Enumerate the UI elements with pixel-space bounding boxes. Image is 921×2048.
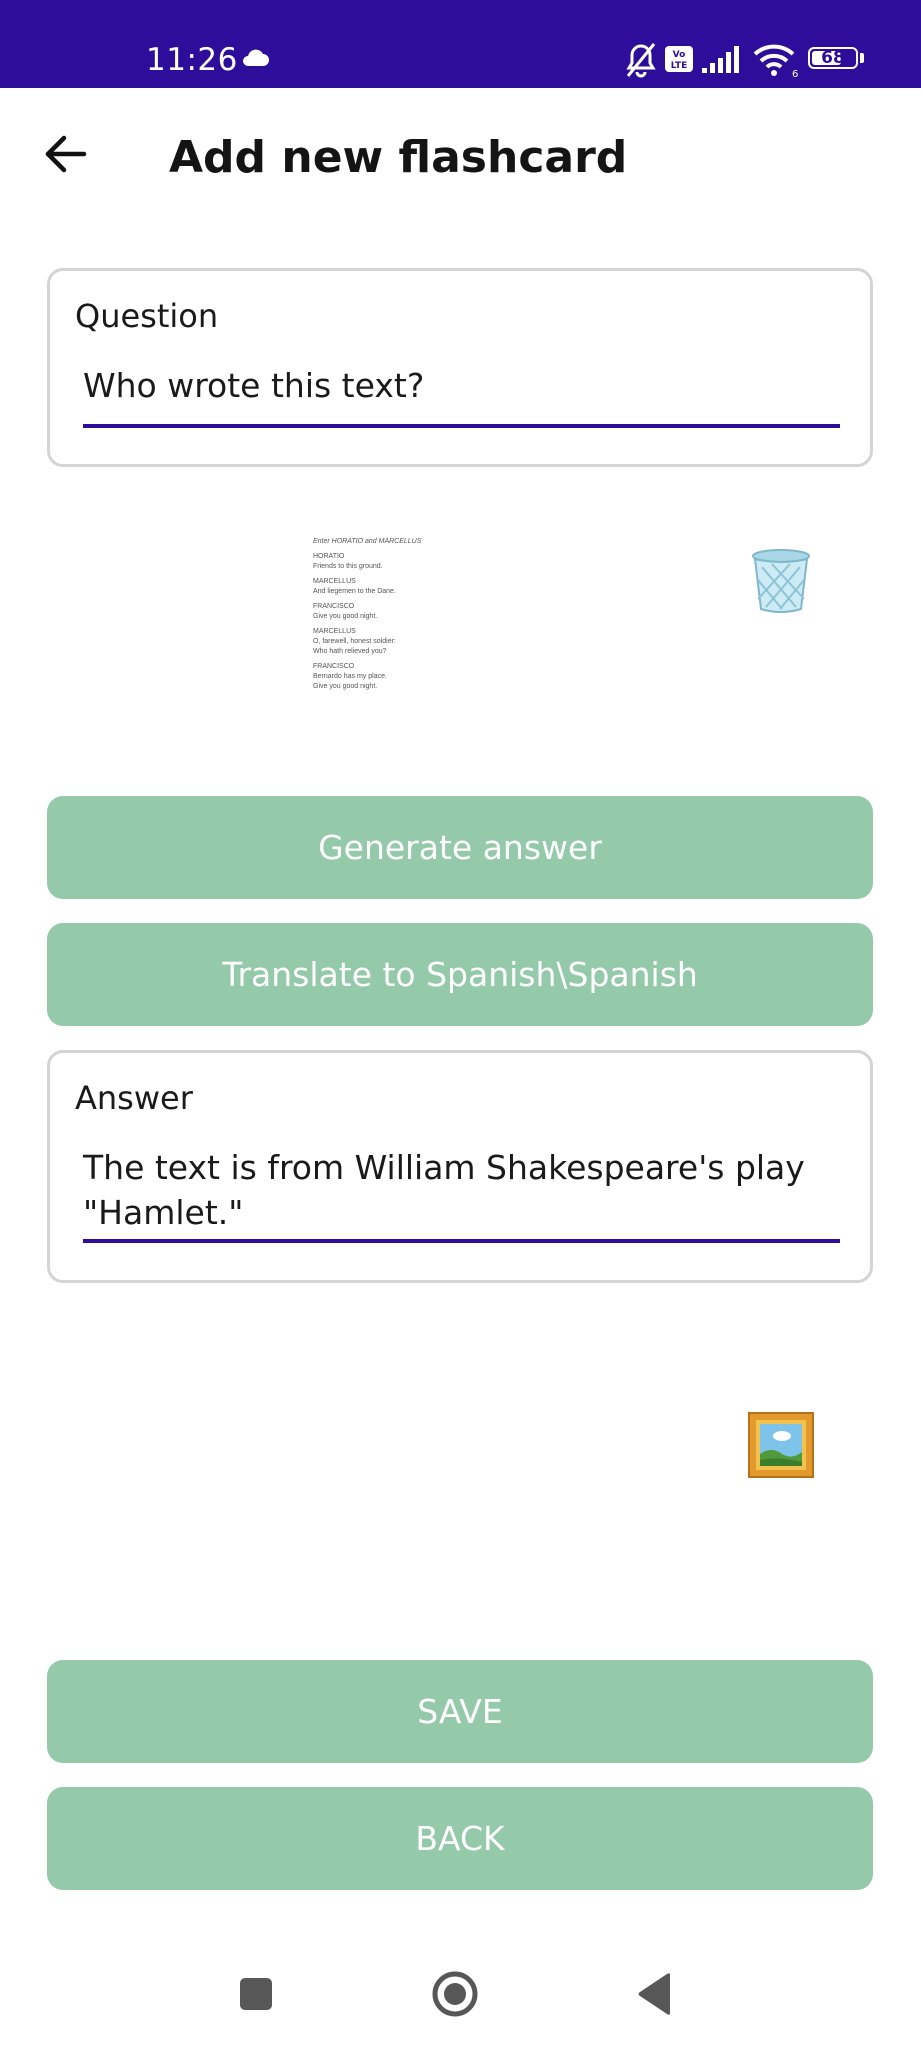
script-line: And liegemen to the Dane. [313,588,396,595]
back-button[interactable]: BACK [47,1787,873,1890]
translate-button[interactable]: Translate to Spanish\Spanish [47,923,873,1026]
volte-icon: Vo LTE [665,46,693,72]
system-nav-bar [0,1940,921,2048]
signal-icon [702,46,739,73]
script-line: HORATIO [313,553,345,560]
script-line: MARCELLUS [313,628,356,635]
question-label: Question [75,297,219,335]
answer-input[interactable]: The text is from William Shakespeare's p… [83,1145,840,1235]
back-arrow-icon[interactable] [44,132,88,176]
script-line: Give you good night. [313,613,378,620]
question-underline [83,424,840,428]
script-line: Enter HORATIO and MARCELLUS [313,538,422,545]
question-input[interactable]: Who wrote this text? [83,363,840,408]
answer-underline [83,1239,840,1243]
generate-answer-button[interactable]: Generate answer [47,796,873,899]
back-nav-icon[interactable] [636,1972,676,2016]
svg-text:Vo: Vo [673,50,686,60]
script-line: Who hath relieved you? [313,648,387,655]
answer-field[interactable]: Answer The text is from William Shakespe… [47,1050,873,1283]
wifi-icon: 6 [753,44,798,78]
home-icon[interactable] [431,1970,479,2018]
script-line: Bernardo has my place. [313,673,387,680]
recent-apps-icon[interactable] [238,1976,274,2012]
battery-tip [860,53,864,63]
trash-icon[interactable] [750,547,812,615]
answer-label: Answer [75,1079,193,1117]
save-button[interactable]: SAVE [47,1660,873,1763]
script-line: FRANCISCO [313,663,355,670]
question-field[interactable]: Question Who wrote this text? [47,268,873,467]
svg-text:6: 6 [792,69,798,78]
script-line: FRANCISCO [313,603,355,610]
battery-icon: 68 [808,47,858,69]
svg-text:LTE: LTE [671,61,688,71]
app-bar: Add new flashcard [0,88,921,228]
framed-picture-icon[interactable] [748,1412,814,1478]
script-line: MARCELLUS [313,578,356,585]
cloud-icon [243,49,269,66]
page-title: Add new flashcard [169,132,628,183]
status-time: 11:26 [146,42,238,78]
script-line: Friends to this ground. [313,563,383,570]
question-image: Enter HORATIO and MARCELLUS HORATIO Frie… [313,537,433,722]
script-line: O, farewell, honest soldier: [313,638,396,645]
mute-icon [626,43,656,78]
script-line: Give you good night. [313,683,378,690]
battery-level-text: 68 [821,48,845,68]
status-bar: 11:26 Vo LTE 6 68 [0,0,921,88]
